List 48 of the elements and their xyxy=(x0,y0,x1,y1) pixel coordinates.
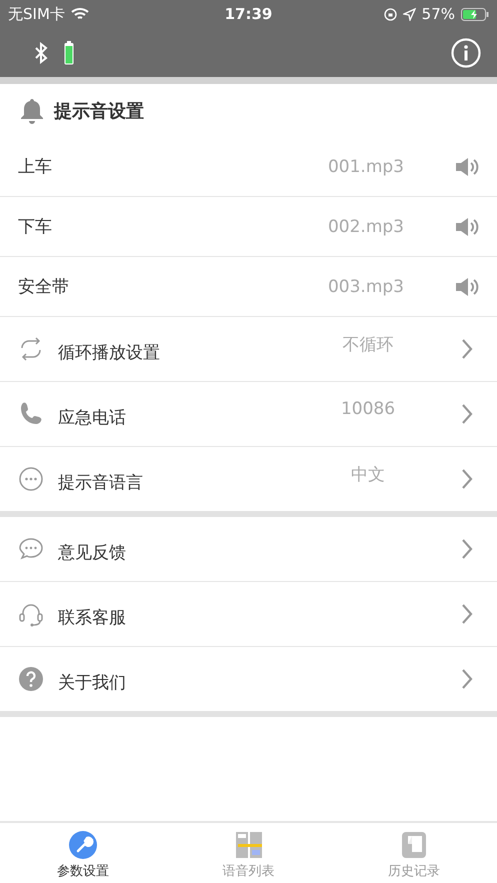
file-name: 001.mp3 xyxy=(326,156,406,176)
location-arrow-icon xyxy=(402,8,416,20)
battery-icon xyxy=(461,8,489,20)
row-label: 意见反馈 xyxy=(58,542,127,564)
chevron-icon xyxy=(461,403,473,425)
menu-row[interactable]: 联系客服 xyxy=(0,582,497,647)
settings-row[interactable]: 循环播放设置 不循环 xyxy=(0,317,497,382)
help-icon xyxy=(18,666,44,692)
chevron-icon xyxy=(461,603,473,625)
menu-row[interactable]: 意见反馈 xyxy=(0,517,497,582)
chevron-icon xyxy=(461,338,473,360)
row-label: 上车 xyxy=(18,156,53,178)
clock-time: 17:39 xyxy=(224,5,272,23)
battery-percent: 57% xyxy=(422,5,455,23)
row-label: 关于我们 xyxy=(58,672,127,694)
row-label: 循环播放设置 xyxy=(58,342,161,364)
phone-icon xyxy=(18,401,44,427)
row-value: 中文 xyxy=(350,464,386,486)
chat-icon xyxy=(18,536,44,562)
row-label: 下车 xyxy=(18,216,53,238)
list-panel-icon xyxy=(234,830,264,860)
chevron-icon xyxy=(461,538,473,560)
wrench-icon xyxy=(68,830,98,860)
tab-button[interactable]: 参数设置 xyxy=(0,823,166,883)
speaker-icon[interactable] xyxy=(455,156,479,176)
file-name: 002.mp3 xyxy=(326,216,406,236)
file-name: 003.mp3 xyxy=(326,276,406,296)
bell-icon xyxy=(20,98,44,124)
battery-icon xyxy=(64,40,74,64)
row-value: 10086 xyxy=(340,399,396,419)
speaker-icon[interactable] xyxy=(455,216,479,236)
settings-row[interactable]: 应急电话 10086 xyxy=(0,382,497,447)
info-icon[interactable] xyxy=(451,38,481,68)
more-icon xyxy=(18,466,44,492)
carrier-label: 无SIM卡 xyxy=(8,4,65,24)
speaker-icon[interactable] xyxy=(455,276,479,296)
row-label: 应急电话 xyxy=(58,406,127,428)
section-title: 提示音设置 xyxy=(54,100,144,122)
wifi-icon xyxy=(70,7,89,21)
row-label: 安全带 xyxy=(18,276,70,298)
row-label: 提示音语言 xyxy=(58,472,144,494)
rotation-lock-icon xyxy=(384,8,397,20)
chevron-icon xyxy=(461,668,473,690)
menu-row[interactable]: 关于我们 xyxy=(0,647,497,711)
row-value: 不循环 xyxy=(342,334,394,356)
chevron-icon xyxy=(461,468,473,490)
settings-row[interactable]: 提示音语言 中文 xyxy=(0,447,497,511)
row-label: 联系客服 xyxy=(58,606,127,628)
